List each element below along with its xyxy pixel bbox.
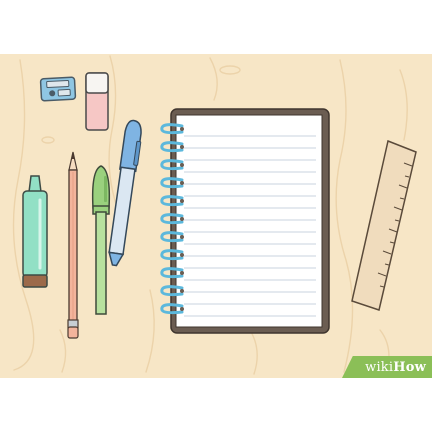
eraser xyxy=(85,72,109,131)
watermark-how: How xyxy=(393,359,426,375)
wikihow-watermark: wiki How xyxy=(342,356,432,378)
pencil xyxy=(67,151,79,339)
highlighter xyxy=(22,175,48,288)
pencil-sharpener xyxy=(39,76,77,102)
spiral-notebook xyxy=(160,108,330,334)
watermark-wiki: wiki xyxy=(365,359,394,375)
